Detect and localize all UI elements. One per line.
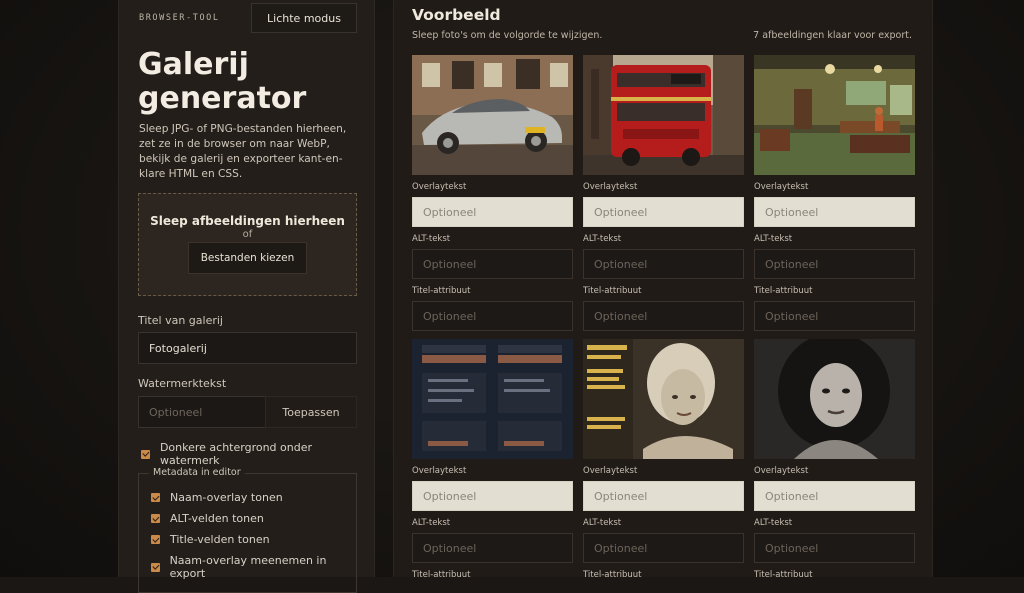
- metadata-option-alt[interactable]: ALT-velden tonen: [151, 512, 264, 525]
- overlay-label: Overlaytekst: [412, 182, 467, 192]
- intro-text: Sleep JPG- of PNG-bestanden hierheen, ze…: [139, 123, 347, 180]
- overlay-input[interactable]: Optioneel: [583, 481, 744, 511]
- reorder-hint: Sleep foto's om de volgorde te wijzigen.: [412, 30, 603, 41]
- alt-input[interactable]: Optioneel: [754, 249, 915, 279]
- overlay-input[interactable]: Optioneel: [412, 197, 573, 227]
- title-attr-label: Titel-attribuut: [583, 570, 642, 580]
- gallery-title-label: Titel van galerij: [138, 314, 223, 327]
- watermark-label: Watermerktekst: [138, 377, 227, 390]
- dark-bg-label: Donkere achtergrond onder watermerk: [159, 441, 313, 467]
- alt-label: ALT-tekst: [754, 518, 793, 528]
- metadata-option-label: ALT-velden tonen: [170, 512, 264, 525]
- overlay-label: Overlaytekst: [583, 466, 638, 476]
- metadata-option-title[interactable]: Title-velden tonen: [151, 533, 270, 546]
- metadata-option-label: Title-velden tonen: [170, 533, 270, 546]
- gallery-card[interactable]: Overlaytekst Optioneel ALT-tekst Optione…: [412, 55, 573, 331]
- metadata-fieldset: Metadata in editor Naam-overlay tonen AL…: [138, 467, 357, 593]
- gallery-card[interactable]: Overlaytekst Optioneel ALT-tekst Optione…: [583, 339, 744, 581]
- alt-label: ALT-tekst: [583, 518, 622, 528]
- sidebar: BROWSER-TOOL Lichte modus Galerij genera…: [118, 0, 375, 593]
- metadata-option-label: Naam-overlay meenemen in export: [169, 554, 327, 580]
- metadata-option-name-overlay[interactable]: Naam-overlay tonen: [151, 491, 283, 504]
- overlay-input[interactable]: Optioneel: [754, 481, 915, 511]
- title-attr-label: Titel-attribuut: [754, 286, 813, 296]
- dropzone-title: Sleep afbeeldingen hierheen: [150, 214, 345, 228]
- dropzone-or: of: [242, 229, 253, 240]
- metadata-option-label: Naam-overlay tonen: [170, 491, 283, 504]
- checkbox[interactable]: [151, 562, 160, 572]
- alt-label: ALT-tekst: [412, 518, 451, 528]
- car-photo[interactable]: [412, 55, 573, 175]
- export-count: 7 afbeeldingen klaar voor export.: [753, 30, 912, 41]
- gallery-card[interactable]: Overlaytekst Optioneel ALT-tekst Optione…: [583, 55, 744, 331]
- checkbox[interactable]: [151, 493, 160, 502]
- page-title: Galerij generator: [138, 47, 307, 116]
- alt-label: ALT-tekst: [754, 234, 793, 244]
- overlay-input[interactable]: Optioneel: [754, 197, 915, 227]
- title-attr-label: Titel-attribuut: [412, 286, 471, 296]
- file-dropzone[interactable]: Sleep afbeeldingen hierheen of Bestanden…: [138, 193, 357, 296]
- gallery-card[interactable]: Overlaytekst Optioneel ALT-tekst Optione…: [754, 55, 915, 331]
- brand-label: BROWSER-TOOL: [139, 13, 220, 23]
- dark-bg-option[interactable]: Donkere achtergrond onder watermerk: [141, 441, 374, 467]
- overlay-label: Overlaytekst: [754, 466, 809, 476]
- gallery-title-input[interactable]: Fotogalerij: [138, 332, 357, 364]
- alt-input[interactable]: Optioneel: [754, 533, 915, 563]
- magazine-cover-photo[interactable]: [583, 339, 744, 459]
- choose-files-button[interactable]: Bestanden kiezen: [187, 242, 308, 274]
- preview-panel: Voorbeeld Sleep foto's om de volgorde te…: [393, 0, 933, 580]
- title-attr-input[interactable]: Optioneel: [754, 301, 915, 331]
- alt-input[interactable]: Optioneel: [583, 249, 744, 279]
- title-attr-label: Titel-attribuut: [412, 570, 471, 580]
- overlay-input[interactable]: Optioneel: [583, 197, 744, 227]
- diner-photo[interactable]: [754, 55, 915, 175]
- watermark-input[interactable]: Optioneel: [138, 396, 274, 428]
- overlay-label: Overlaytekst: [754, 182, 809, 192]
- gallery-card[interactable]: Overlaytekst Optioneel ALT-tekst Optione…: [754, 339, 915, 581]
- overlay-input[interactable]: Optioneel: [412, 481, 573, 511]
- checkbox[interactable]: [151, 535, 160, 544]
- title-attr-input[interactable]: Optioneel: [412, 301, 573, 331]
- alt-label: ALT-tekst: [583, 234, 622, 244]
- alt-label: ALT-tekst: [412, 234, 451, 244]
- portrait-photo[interactable]: [754, 339, 915, 459]
- alt-input[interactable]: Optioneel: [412, 533, 573, 563]
- screenshot-photo[interactable]: [412, 339, 573, 459]
- gallery-card[interactable]: Overlaytekst Optioneel ALT-tekst Optione…: [412, 339, 573, 581]
- title-attr-label: Titel-attribuut: [583, 286, 642, 296]
- dark-bg-checkbox[interactable]: [141, 449, 150, 459]
- checkbox[interactable]: [151, 514, 160, 523]
- overlay-label: Overlaytekst: [412, 466, 467, 476]
- preview-title: Voorbeeld: [412, 6, 501, 24]
- apply-watermark-button[interactable]: Toepassen: [265, 396, 357, 428]
- light-mode-button[interactable]: Lichte modus: [251, 3, 357, 33]
- overlay-label: Overlaytekst: [583, 182, 638, 192]
- metadata-option-export-overlay[interactable]: Naam-overlay meenemen in export: [151, 554, 356, 580]
- title-attr-input[interactable]: Optioneel: [583, 301, 744, 331]
- alt-input[interactable]: Optioneel: [583, 533, 744, 563]
- alt-input[interactable]: Optioneel: [412, 249, 573, 279]
- bus-photo[interactable]: [583, 55, 744, 175]
- metadata-legend: Metadata in editor: [149, 467, 245, 478]
- title-attr-label: Titel-attribuut: [754, 570, 813, 580]
